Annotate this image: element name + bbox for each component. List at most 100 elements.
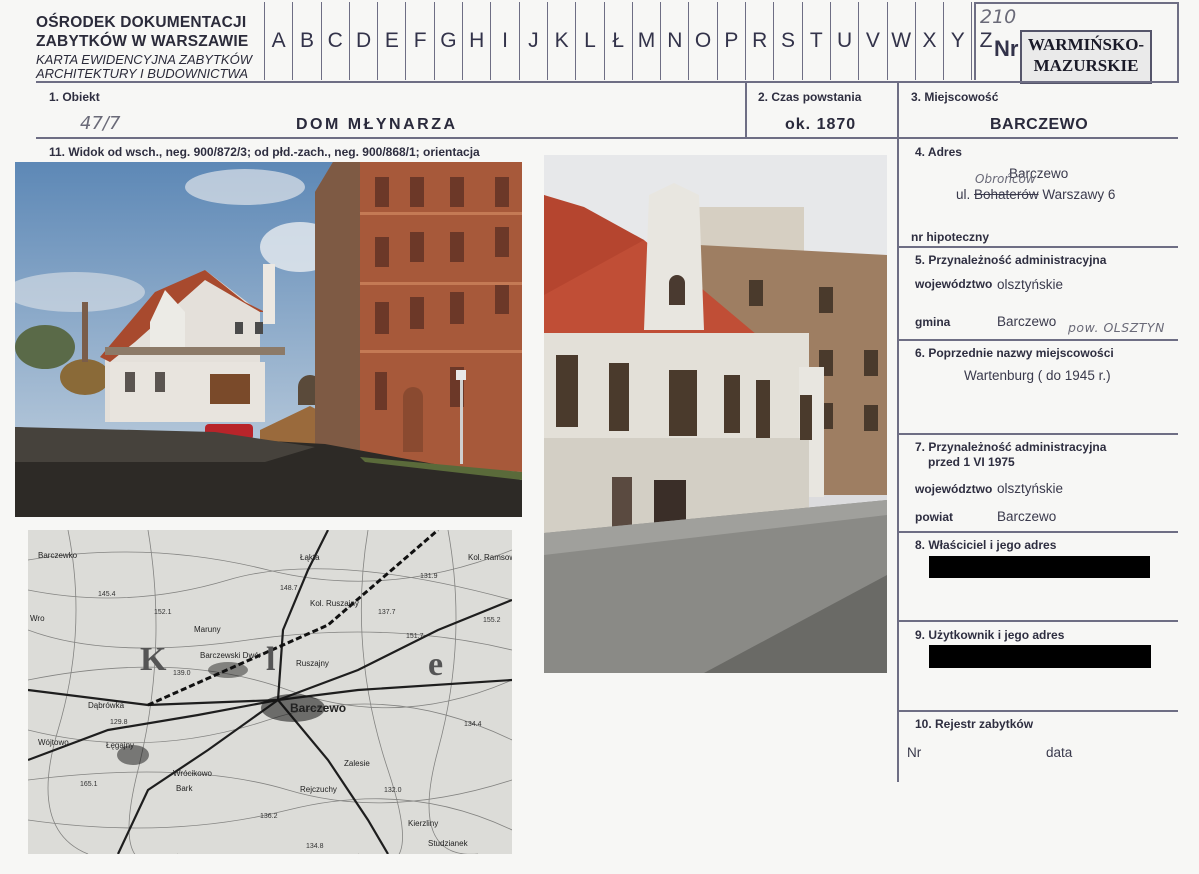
map-label: Barczewko: [38, 551, 78, 560]
map-elevation: 151.7: [406, 633, 424, 640]
map-label: Barczewski Dwór: [200, 651, 262, 660]
map-elevation: 136.2: [260, 813, 278, 820]
adres-line2: ul. Bohaterów Warszawy 6: [956, 187, 1115, 202]
divider: [974, 2, 976, 80]
adres-struck: Bohaterów: [974, 187, 1039, 202]
index-letter: T: [801, 2, 830, 80]
index-letter: H: [462, 2, 490, 80]
divider: [898, 433, 1178, 435]
field-obiekt-value: DOM MŁYNARZA: [296, 116, 458, 133]
redacted-owner: [929, 556, 1150, 578]
map-label: Łęgajny: [106, 741, 134, 750]
index-letter: U: [829, 2, 858, 80]
map-elevation: 129.8: [110, 719, 128, 726]
divider: [745, 82, 747, 138]
adres-prefix: ul.: [956, 187, 971, 202]
map-label: Łąkta: [300, 553, 320, 562]
gmina-handwritten: pow. OLSZTYN: [1068, 320, 1165, 335]
index-letter: L: [575, 2, 603, 80]
obiekt-handwritten: 47/7: [80, 113, 121, 134]
index-letter: K: [546, 2, 575, 80]
map-letter: l: [266, 641, 275, 678]
map-elevation: 155.2: [483, 617, 501, 624]
index-letter: Y: [943, 2, 971, 80]
index-letter: J: [518, 2, 547, 80]
index-letter: A: [264, 2, 292, 80]
map-label: Wrócikowo: [173, 769, 213, 778]
redacted-user: [929, 645, 1151, 668]
poprzednie-value: Wartenburg ( do 1945 r.): [964, 368, 1111, 383]
field-miejscowosc-value: BARCZEWO: [990, 116, 1089, 133]
divider: [1177, 2, 1179, 82]
map-letter: e: [428, 646, 443, 683]
gmina-value: Barczewo: [997, 314, 1057, 329]
map-elevation: 134.8: [306, 843, 324, 850]
divider: [898, 339, 1178, 341]
gmina-label: gmina: [915, 315, 951, 329]
index-letter: N: [660, 2, 688, 80]
map-label: Kol. Ramsowo: [468, 553, 512, 562]
rejestr-nr-label: Nr: [907, 745, 922, 760]
divider: [898, 246, 1178, 248]
index-letter: F: [405, 2, 433, 80]
map-label: Studzianek: [428, 839, 469, 848]
woj-label: województwo: [915, 277, 993, 291]
field-obiekt-label: 1. Obiekt: [49, 90, 100, 104]
map-elevation: 139.0: [173, 670, 191, 677]
photo-southwest-view: [544, 155, 887, 673]
field-rejestr-label: 10. Rejestr zabytków: [915, 717, 1034, 731]
divider: [36, 137, 898, 139]
field-czas-label: 2. Czas powstania: [758, 90, 862, 104]
index-letter: Ł: [603, 2, 632, 80]
index-letter: B: [292, 2, 320, 80]
index-letter: W: [886, 2, 915, 80]
powiat-label: powiat: [915, 510, 953, 524]
map-label: Dąbrówka: [88, 701, 125, 710]
region-stamp: WARMIŃSKO- MAZURSKIE: [1020, 30, 1152, 84]
index-letter: I: [490, 2, 518, 80]
divider: [898, 710, 1178, 712]
woj2-value: olsztyńskie: [997, 481, 1064, 496]
powiat-value: Barczewo: [997, 509, 1057, 524]
map-label: Wójtowo: [38, 738, 69, 747]
map-label: Zalesie: [344, 759, 370, 768]
field-czas-value: ok. 1870: [785, 116, 857, 133]
nr-handwritten: 210: [980, 6, 1017, 28]
map-label: Kol. Ruszajny: [310, 599, 359, 608]
field-miejscowosc-label: 3. Miejscowość: [911, 90, 999, 104]
index-letter: G: [433, 2, 462, 80]
map-elevation: 132.0: [384, 787, 402, 794]
map-label: Bark: [176, 784, 193, 793]
map-elevation: 137.7: [378, 609, 396, 616]
field-uzytkownik-label: 9. Użytkownik i jego adres: [915, 628, 1065, 642]
divider: [898, 531, 1178, 533]
org-name-line2: ZABYTKÓW W WARSZAWIE: [36, 33, 249, 50]
divider: [897, 82, 899, 782]
nr-label: Nr: [994, 36, 1019, 61]
index-letter: E: [377, 2, 405, 80]
card-type-line2: ARCHITEKTURY I BUDOWNICTWA: [36, 66, 249, 81]
index-letter: X: [914, 2, 943, 80]
rejestr-data-label: data: [1046, 745, 1073, 760]
map-elevation: 152.1: [154, 609, 172, 616]
field-przyn1975-label2: przed 1 VI 1975: [928, 455, 1015, 469]
index-letter: D: [348, 2, 377, 80]
alphabet-index: ABCDEFGHIJKLŁMNOPRSTUVWXYZ: [264, 2, 1000, 80]
map-label: Rejczuchy: [300, 785, 337, 794]
map-label: Wro: [30, 614, 45, 623]
photo-east-view: [15, 162, 522, 517]
map-elevation: 134.4: [464, 721, 482, 728]
map-elevation: 131.9: [420, 573, 438, 580]
map-label: Ruszajny: [296, 659, 329, 668]
field-poprzednie-label: 6. Poprzednie nazwy miejscowości: [915, 346, 1114, 360]
card-type-line1: KARTA EWIDENCYJNA ZABYTKÓW: [36, 52, 252, 67]
index-letter: V: [858, 2, 886, 80]
map-elevation: 148.7: [280, 585, 298, 592]
adres-handwritten: Obrońców: [975, 172, 1036, 186]
field-widok-label: 11. Widok od wsch., neg. 900/872/3; od p…: [49, 145, 480, 159]
field-przyn1975-label1: 7. Przynależność administracyjna: [915, 440, 1107, 454]
field-przynaleznosc-label: 5. Przynależność administracyjna: [915, 253, 1107, 267]
adres-suffix: Warszawy 6: [1042, 187, 1116, 202]
stamp-line2: MAZURSKIE: [1033, 56, 1139, 75]
woj-value: olsztyńskie: [997, 277, 1064, 292]
